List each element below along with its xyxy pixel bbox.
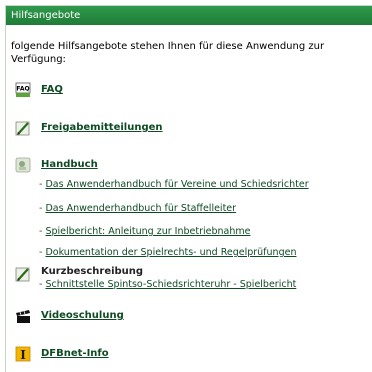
pencil-document-icon (15, 120, 31, 136)
svg-text:I: I (20, 348, 26, 362)
handbuch-subitem: - Das Anwenderhandbuch für Staffelleiter (39, 203, 237, 214)
info-i-icon: I (15, 346, 31, 362)
panel-header: Hilfsangebote (6, 6, 372, 25)
handbuch-subitem: - Das Anwenderhandbuch für Vereine und S… (39, 179, 309, 190)
clapperboard-icon (15, 308, 31, 324)
handbuch-subitem: - Dokumentation der Spielrechts- und Reg… (39, 247, 297, 258)
kurzbeschreibung-subitem: - Schnittstelle Spintso-Schiedsrichteruh… (39, 279, 297, 290)
intro-text: folgende Hilfsangebote stehen Ihnen für … (11, 41, 325, 65)
schnittstelle-schiedsrichteruhr-link[interactable]: Schnittstelle Spintso-Schiedsrichteruhr … (45, 279, 296, 290)
kurzbeschreibung-label: Kurzbeschreibung (41, 266, 144, 277)
freigabemitteilungen-link[interactable]: Freigabemitteilungen (41, 122, 163, 133)
help-panel: Hilfsangebote folgende Hilfsangebote ste… (5, 5, 372, 372)
faq-icon: FAQ (15, 82, 31, 98)
anwenderhandbuch-staffelleiter-link[interactable]: Das Anwenderhandbuch für Staffelleiter (45, 203, 236, 214)
svg-text:FAQ: FAQ (16, 86, 29, 93)
dokumentation-regelpruefungen-link[interactable]: Dokumentation der Spielrechts- und Regel… (45, 247, 296, 258)
handbuch-subitem: - Spielbericht: Anleitung zur Inbetriebn… (39, 226, 251, 237)
faq-link[interactable]: FAQ (41, 84, 63, 95)
videoschulung-link[interactable]: Videoschulung (41, 310, 124, 321)
pencil-document-icon (15, 266, 31, 282)
handbook-icon (15, 157, 31, 173)
handbuch-link[interactable]: Handbuch (41, 159, 98, 170)
anwenderhandbuch-vereine-link[interactable]: Das Anwenderhandbuch für Vereine und Sch… (45, 179, 308, 190)
spielbericht-anleitung-link[interactable]: Spielbericht: Anleitung zur Inbetriebnah… (45, 226, 250, 237)
dfbnet-info-link[interactable]: DFBnet-Info (41, 348, 109, 359)
